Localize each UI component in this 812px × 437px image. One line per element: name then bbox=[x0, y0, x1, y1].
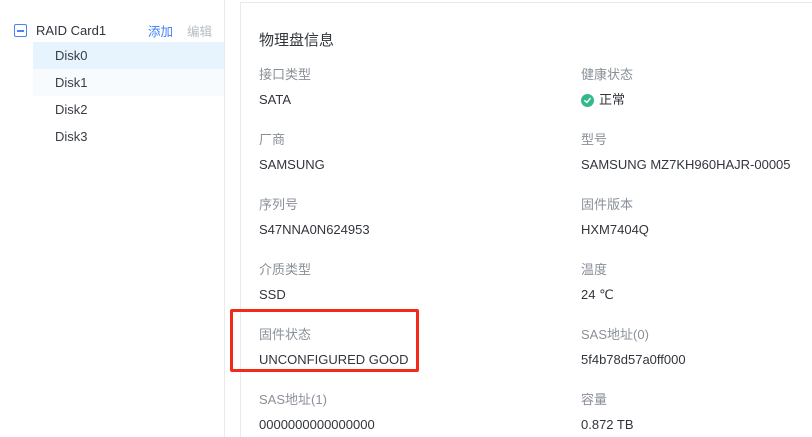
sidebar-item-disk2[interactable]: Disk2 bbox=[33, 96, 224, 123]
raid-card-tree-node: RAID Card1 添加 编辑 bbox=[0, 19, 224, 42]
field-vendor: 厂商 SAMSUNG bbox=[259, 132, 581, 173]
field-value: SSD bbox=[259, 287, 581, 303]
field-label: 温度 bbox=[581, 262, 812, 278]
field-value: SAMSUNG MZ7KH960HAJR-00005 bbox=[581, 157, 812, 173]
field-label: 容量 bbox=[581, 392, 812, 408]
field-sas-address-1: SAS地址(1) 0000000000000000 bbox=[259, 392, 581, 433]
field-media-type: 介质类型 SSD bbox=[259, 262, 581, 303]
field-label: 健康状态 bbox=[581, 67, 812, 83]
field-health-status: 健康状态 正常 bbox=[581, 67, 812, 108]
disk-list: Disk0 Disk1 Disk2 Disk3 bbox=[0, 42, 224, 150]
edit-link[interactable]: 编辑 bbox=[187, 21, 212, 40]
field-value: SATA bbox=[259, 92, 581, 108]
field-label: 固件版本 bbox=[581, 197, 812, 213]
raid-card-label: RAID Card1 bbox=[36, 23, 106, 38]
field-value: UNCONFIGURED GOOD bbox=[259, 352, 581, 368]
field-firmware-state: 固件状态 UNCONFIGURED GOOD bbox=[259, 327, 581, 368]
field-interface-type: 接口类型 SATA bbox=[259, 67, 581, 108]
check-circle-icon bbox=[581, 94, 594, 107]
field-temperature: 温度 24 ℃ bbox=[581, 262, 812, 303]
field-value: HXM7404Q bbox=[581, 222, 812, 238]
sidebar-item-disk0[interactable]: Disk0 bbox=[33, 42, 224, 69]
sidebar-item-disk1[interactable]: Disk1 bbox=[33, 69, 224, 96]
field-label: 接口类型 bbox=[259, 67, 581, 83]
field-value: 24 ℃ bbox=[581, 287, 812, 303]
field-value: SAMSUNG bbox=[259, 157, 581, 173]
field-label: SAS地址(0) bbox=[581, 327, 812, 343]
field-label: 厂商 bbox=[259, 132, 581, 148]
field-model: 型号 SAMSUNG MZ7KH960HAJR-00005 bbox=[581, 132, 812, 173]
field-firmware-version: 固件版本 HXM7404Q bbox=[581, 197, 812, 238]
sidebar: RAID Card1 添加 编辑 Disk0 Disk1 Disk2 Disk3 bbox=[0, 0, 225, 437]
field-value: 0.872 TB bbox=[581, 417, 812, 433]
field-sas-address-0: SAS地址(0) 5f4b78d57a0ff000 bbox=[581, 327, 812, 368]
collapse-minus-icon[interactable] bbox=[14, 24, 27, 37]
field-label: 介质类型 bbox=[259, 262, 581, 278]
field-label: 序列号 bbox=[259, 197, 581, 213]
add-link[interactable]: 添加 bbox=[148, 21, 173, 40]
field-label: SAS地址(1) bbox=[259, 392, 581, 408]
field-label: 型号 bbox=[581, 132, 812, 148]
field-grid: 接口类型 SATA 健康状态 正常 厂商 SAMSUNG 型号 SAMSUNG … bbox=[259, 67, 812, 433]
health-status-text: 正常 bbox=[599, 92, 625, 108]
field-value: 正常 bbox=[581, 92, 812, 108]
page-title: 物理盘信息 bbox=[259, 29, 812, 50]
field-value: 0000000000000000 bbox=[259, 417, 581, 433]
field-value: S47NNA0N624953 bbox=[259, 222, 581, 238]
field-value: 5f4b78d57a0ff000 bbox=[581, 352, 812, 368]
sidebar-item-disk3[interactable]: Disk3 bbox=[33, 123, 224, 150]
field-label: 固件状态 bbox=[259, 327, 581, 343]
field-capacity: 容量 0.872 TB bbox=[581, 392, 812, 433]
physical-disk-info-panel: 物理盘信息 接口类型 SATA 健康状态 正常 厂商 SAMSUNG 型号 SA… bbox=[240, 2, 812, 437]
field-serial-number: 序列号 S47NNA0N624953 bbox=[259, 197, 581, 238]
